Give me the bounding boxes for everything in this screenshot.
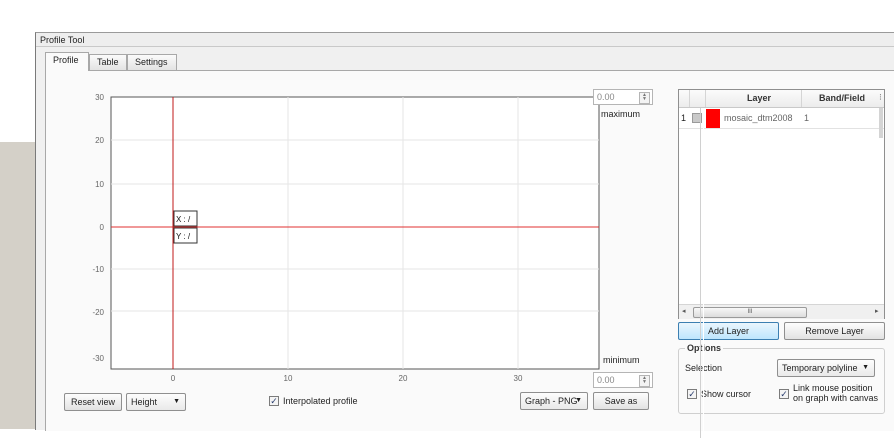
selection-value: Temporary polyline <box>782 363 858 373</box>
y-tick-label: 20 <box>95 136 104 145</box>
layer-name: mosaic_dtm2008 <box>724 113 793 123</box>
x-tick-label: 20 <box>399 374 408 383</box>
link-mouse-checkbox[interactable]: ✓ <box>779 389 789 399</box>
link-mouse-label-line-2: on graph with canvas <box>793 393 879 403</box>
show-cursor-checkbox[interactable]: ✓ <box>687 389 697 399</box>
minimum-spinbox[interactable]: 0.00 ▲ ▼ <box>593 372 653 388</box>
cursor-x-label: X : / <box>176 215 191 224</box>
y-axis: 30 20 10 0 -10 -20 -30 <box>92 93 104 363</box>
profile-mode-value: Height <box>131 397 158 407</box>
profile-tool-window: Profile Tool Profile Table Settings 30 2… <box>35 32 894 438</box>
tab-settings[interactable]: Settings <box>127 54 177 70</box>
selection-select[interactable]: Temporary polyline ▼ <box>777 359 875 377</box>
y-tick-label: 10 <box>95 180 104 189</box>
maximum-spinbox[interactable]: 0.00 ▲ ▼ <box>593 89 653 105</box>
scroll-right-icon[interactable]: ▸ <box>875 307 879 315</box>
profile-tab-pane: 30 20 10 0 -10 -20 -30 0 10 20 30 X : / … <box>45 70 894 431</box>
table-row[interactable]: 1 mosaic_dtm2008 1 <box>679 108 884 129</box>
x-tick-label: 30 <box>514 374 523 383</box>
chevron-down-icon: ▼ <box>575 397 582 404</box>
cursor-y-label: Y : / <box>176 232 191 241</box>
chevron-down-icon: ▼ <box>862 364 869 371</box>
profile-mode-select[interactable]: Height ▼ <box>126 393 186 411</box>
x-axis: 0 10 20 30 <box>171 374 523 383</box>
y-tick-label: 30 <box>95 93 104 102</box>
scrollbar-thumb[interactable]: III <box>693 307 807 318</box>
y-tick-label: -30 <box>92 354 104 363</box>
spin-arrows-icon[interactable]: ▲ ▼ <box>639 92 650 104</box>
window-title: Profile Tool <box>36 33 894 47</box>
scroll-left-icon[interactable]: ◂ <box>682 307 686 315</box>
export-format-value: Graph - PNG <box>525 396 578 406</box>
vertical-scrollbar[interactable] <box>879 108 883 138</box>
row-index: 1 <box>681 113 687 123</box>
add-layer-button[interactable]: Add Layer <box>678 322 779 340</box>
reset-view-button[interactable]: Reset view <box>64 393 122 411</box>
layer-color-swatch[interactable] <box>706 109 720 128</box>
band-field-value: 1 <box>804 113 810 123</box>
tab-table[interactable]: Table <box>89 54 127 70</box>
remove-layer-button[interactable]: Remove Layer <box>784 322 885 340</box>
export-format-select[interactable]: Graph - PNG ▼ <box>520 392 588 410</box>
background-strip <box>0 142 35 429</box>
y-tick-label: -20 <box>92 308 104 317</box>
column-header-band-field[interactable]: Band/Field <box>819 93 865 103</box>
layers-table[interactable]: Layer Band/Field ⁝ 1 mosaic_dtm2008 1 ◂ … <box>678 89 885 319</box>
profile-plot[interactable]: 30 20 10 0 -10 -20 -30 0 10 20 30 X : / … <box>66 89 626 389</box>
link-mouse-label-line-1: Link mouse position <box>793 383 873 393</box>
y-tick-label: -10 <box>92 265 104 274</box>
tab-profile[interactable]: Profile <box>45 52 89 71</box>
interpolated-profile-label: Interpolated profile <box>283 396 358 406</box>
horizontal-scrollbar[interactable]: ◂ III ▸ <box>679 304 884 319</box>
table-header: Layer Band/Field ⁝ <box>679 90 884 108</box>
x-tick-label: 10 <box>284 374 293 383</box>
maximum-value: 0.00 <box>597 92 615 102</box>
interpolated-profile-checkbox[interactable]: ✓ <box>269 396 279 406</box>
spin-arrows-icon[interactable]: ▲ ▼ <box>639 375 650 387</box>
save-as-button[interactable]: Save as <box>593 392 649 410</box>
header-overflow-icon: ⁝ <box>879 92 882 102</box>
show-cursor-label: Show cursor <box>701 389 752 399</box>
link-mouse-label: Link mouse position on graph with canvas <box>793 383 878 403</box>
minimum-value: 0.00 <box>597 375 615 385</box>
x-tick-label: 0 <box>171 374 176 383</box>
chevron-down-icon: ▼ <box>173 398 180 405</box>
options-title: Options <box>685 343 723 353</box>
column-header-layer[interactable]: Layer <box>747 93 771 103</box>
panel-separator[interactable] <box>700 108 704 438</box>
minimum-label: minimum <box>603 355 640 365</box>
maximum-label: maximum <box>601 109 641 119</box>
y-tick-label: 0 <box>100 223 105 232</box>
options-groupbox: Options Selection Temporary polyline ▼ ✓… <box>678 343 885 414</box>
